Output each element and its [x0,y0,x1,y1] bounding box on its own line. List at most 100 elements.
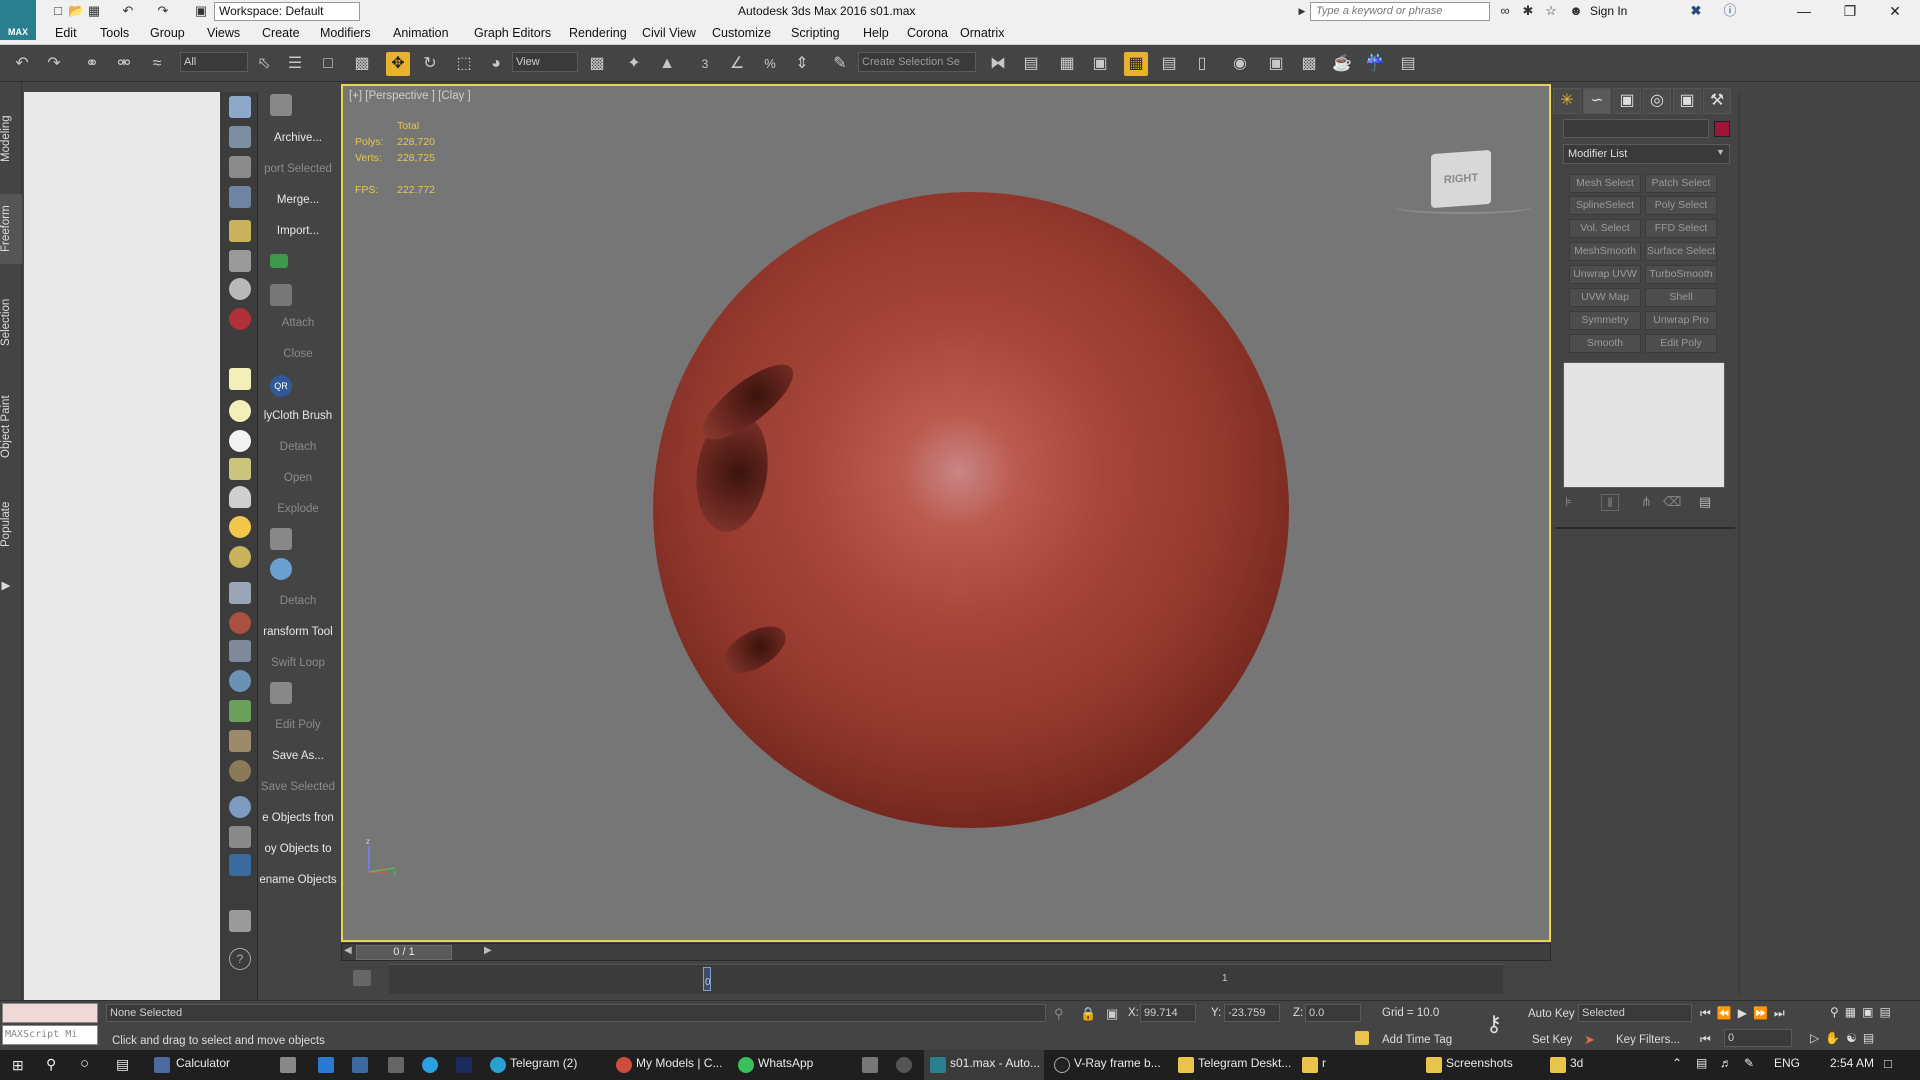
percent-snap-icon[interactable]: % [758,52,782,76]
taskbar-s01-max[interactable]: s01.max - Auto... [950,1056,1040,1070]
select-and-place-icon[interactable]: ◕ [484,52,508,76]
task-view-icon[interactable]: ▤ [116,1056,129,1073]
menu-views[interactable]: Views [207,26,240,40]
world-icon[interactable] [229,796,251,818]
panel-splitter[interactable] [1738,94,1740,994]
command-merge[interactable]: Merge... [258,194,338,206]
search-input[interactable]: Type a keyword or phrase [1310,2,1490,21]
new-file-icon[interactable]: □ [50,3,66,19]
schematic-view-icon[interactable]: ▯ [1190,52,1214,76]
ribbon-collapse-icon[interactable]: ◀ [0,577,22,597]
modifier-spline-select[interactable]: SplineSelect [1569,196,1641,215]
command-archive[interactable]: Archive... [258,132,338,144]
save-file-icon[interactable]: ▦ [86,3,102,19]
current-frame-field[interactable]: 0 [1724,1029,1792,1047]
show-end-result-icon[interactable]: ‖ [1601,494,1619,511]
command-move-objects-from[interactable]: e Objects fron [258,812,338,824]
menu-ornatrix[interactable]: Ornatrix [960,26,1004,40]
modifier-ffd-select[interactable]: FFD Select [1645,219,1717,238]
menu-scripting[interactable]: Scripting [791,26,840,40]
ribbon-tab-populate[interactable]: Populate [0,482,22,567]
tray-clock[interactable]: 2:54 AM [1830,1056,1874,1070]
taskbar-calculator[interactable]: Calculator [176,1056,230,1070]
taskbar-3d[interactable]: 3d [1570,1056,1583,1070]
command-export-selected[interactable]: port Selected [258,163,338,175]
select-and-rotate-icon[interactable]: ↻ [418,52,442,76]
list-icon[interactable] [229,156,251,178]
printer-icon[interactable] [388,1057,404,1073]
modifier-symmetry[interactable]: Symmetry [1569,311,1641,330]
qr-icon[interactable]: QR [270,375,292,397]
ribbon-tab-modeling[interactable]: Modeling [0,104,22,174]
tray-pen-icon[interactable]: ✎ [1744,1056,1754,1070]
photoshop-icon[interactable] [456,1057,472,1073]
align-icon[interactable]: ▤ [1019,52,1043,76]
hand-icon[interactable] [229,96,251,118]
render-icon[interactable] [229,308,251,330]
snaps-toggle-icon[interactable]: 3 [693,52,717,76]
vray-icon[interactable] [1054,1057,1070,1073]
camera-icon[interactable] [229,278,251,300]
y-coord-field[interactable]: -23.759 [1224,1004,1280,1022]
bulb-icon[interactable] [229,220,251,242]
window-crossing-icon[interactable]: ▩ [350,52,374,76]
paint-icon[interactable] [229,612,251,634]
create-tab-icon[interactable]: ✳ [1553,88,1581,114]
sphere-object[interactable] [653,192,1289,828]
x-coord-field[interactable]: 99.714 [1140,1004,1196,1022]
command-import[interactable]: Import... [258,225,338,237]
folder-3d-icon[interactable] [1550,1057,1566,1073]
redo-icon[interactable]: ↷ [42,52,66,76]
skype-icon[interactable] [422,1057,438,1073]
layers-icon[interactable] [229,582,251,604]
menu-graph-editors[interactable]: Graph Editors [474,26,551,40]
track-bar-menu-icon[interactable] [353,970,371,986]
command-edit-poly[interactable]: Edit Poly [258,719,338,731]
menu-customize[interactable]: Customize [712,26,771,40]
reference-coordinate-dropdown[interactable]: View [512,52,578,72]
cone-icon[interactable] [229,486,251,508]
modifier-meshsmooth[interactable]: MeshSmooth [1569,242,1641,261]
workspace-dropdown[interactable]: Workspace: Default [214,2,360,21]
curve-editor-icon[interactable]: ▤ [1157,52,1181,76]
viewport-nav-controls-2[interactable]: ▷✋☯▤ [1810,1031,1880,1045]
mountain-icon[interactable] [229,640,251,662]
folder-icon[interactable] [1178,1057,1194,1073]
menu-create[interactable]: Create [262,26,300,40]
table-icon[interactable] [229,186,251,208]
sun-icon[interactable] [229,516,251,538]
light-disk-icon[interactable] [229,546,251,568]
taskbar-my-models[interactable]: My Models | C... [636,1056,722,1070]
cortana-icon[interactable]: ○ [80,1055,89,1072]
tray-chevron-icon[interactable]: ⌃ [1672,1056,1682,1070]
telegram-icon[interactable] [490,1057,506,1073]
time-slider-next-icon[interactable]: ▶ [484,945,492,956]
script-icon[interactable] [229,854,251,876]
dots-icon[interactable] [270,558,292,580]
app-logo[interactable]: MAX [0,0,36,40]
motion-tab-icon[interactable]: ◎ [1643,88,1671,114]
user-icon[interactable]: ☻ [1568,3,1584,19]
communication-icon[interactable]: ✱ [1520,3,1536,19]
object-name-field[interactable] [1563,119,1709,138]
viewport-label[interactable]: [+] [Perspective ] [Clay ] [349,90,471,102]
action-center-icon[interactable]: □ [1884,1056,1892,1071]
select-object-icon[interactable]: ⬁ [252,52,276,76]
folder-screenshots-icon[interactable] [1426,1057,1442,1073]
tray-volume-icon[interactable]: ♬ [1720,1056,1732,1070]
favorites-star-icon[interactable]: ☆ [1543,3,1559,19]
modifier-mesh-select[interactable]: Mesh Select [1569,174,1641,193]
whatsapp-icon[interactable] [738,1057,754,1073]
command-attach[interactable]: Attach [258,317,338,329]
render-production-icon[interactable]: ☕ [1330,52,1354,76]
keyboard-shortcut-override-icon[interactable]: ▲ [655,52,679,76]
tray-network-icon[interactable]: ▤ [1696,1056,1707,1070]
bind-space-warp-icon[interactable]: ≈ [145,52,169,76]
z-coord-field[interactable]: 0.0 [1305,1004,1361,1022]
maxscript-mini-listener[interactable]: MAXScript Mi [2,1025,98,1045]
scene-explorer-icon[interactable]: ▦ [1124,52,1148,76]
search-expand-icon[interactable]: ▶ [1294,3,1310,19]
viewport-nav-controls[interactable]: ⚲▦▣▤ [1830,1005,1897,1019]
folder-r-icon[interactable] [1302,1057,1318,1073]
menu-tools[interactable]: Tools [100,26,129,40]
